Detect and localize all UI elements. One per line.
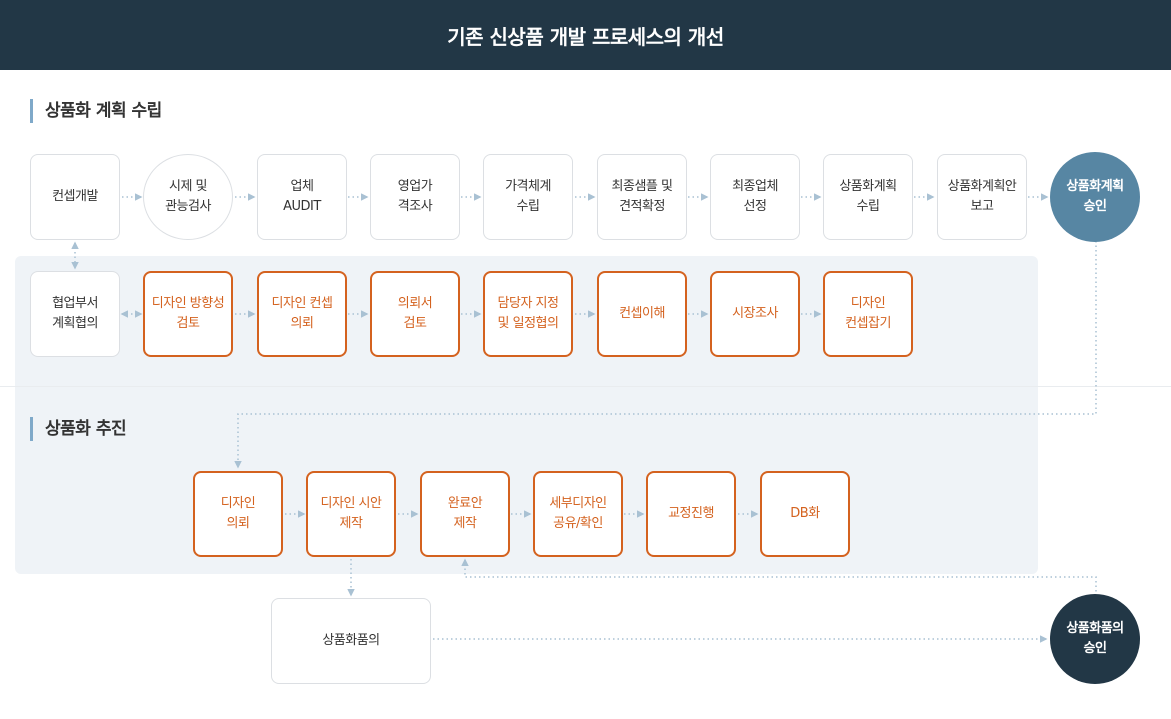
step-market-research: 시장조사	[710, 271, 800, 357]
step-assign-schedule: 담당자 지정 및 일정협의	[483, 271, 573, 357]
step-design-draft: 디자인 시안 제작	[306, 471, 396, 557]
step-design-concept: 디자인 컨셉잡기	[823, 271, 913, 357]
step-final-sample: 최종샘플 및 견적확정	[597, 154, 687, 240]
step-prototype-test: 시제 및 관능검사	[143, 154, 233, 240]
step-concept-understanding: 컨셉이해	[597, 271, 687, 357]
step-request-review: 의뢰서 검토	[370, 271, 460, 357]
step-plan-report: 상품화계획안 보고	[937, 154, 1027, 240]
step-final-approval: 상품화품의 승인	[1050, 594, 1140, 684]
step-plan-approval: 상품화계획 승인	[1050, 152, 1140, 242]
step-product-consult: 상품화품의	[271, 598, 431, 684]
step-proofreading: 교정진행	[646, 471, 736, 557]
step-vendor-audit: 업체 AUDIT	[257, 154, 347, 240]
step-design-direction: 디자인 방향성 검토	[143, 271, 233, 357]
step-final-draft: 완료안 제작	[420, 471, 510, 557]
step-database: DB화	[760, 471, 850, 557]
step-sales-price-survey: 영업가 격조사	[370, 154, 460, 240]
connector-lines	[71, 193, 1097, 643]
step-coop-consult: 협업부서 계획협의	[30, 271, 120, 357]
step-design-request: 디자인 의뢰	[193, 471, 283, 557]
step-design-concept-request: 디자인 컨셉 의뢰	[257, 271, 347, 357]
step-final-vendor: 최종업체 선정	[710, 154, 800, 240]
step-detail-design-share: 세부디자인 공유/확인	[533, 471, 623, 557]
step-concept-development: 컨셉개발	[30, 154, 120, 240]
step-plan-setup: 상품화계획 수립	[823, 154, 913, 240]
arrow-approval-to-final	[461, 558, 1097, 596]
step-price-structure: 가격체계 수립	[483, 154, 573, 240]
